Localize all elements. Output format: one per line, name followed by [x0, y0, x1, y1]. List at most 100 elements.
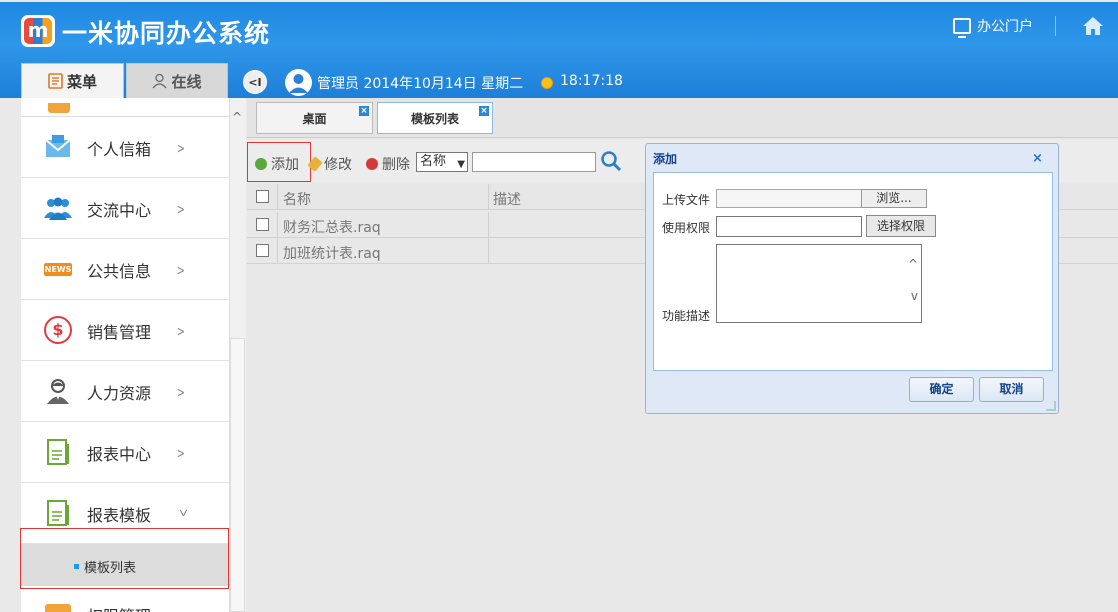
sidebar-item-communication[interactable]: 交流中心 > — [21, 178, 229, 239]
scroll-up-icon[interactable]: ^ — [232, 110, 242, 124]
sidebar-item-report-center[interactable]: 报表中心 > — [21, 422, 229, 483]
tab-desktop[interactable]: 桌面 × — [256, 102, 373, 134]
edit-button[interactable]: 修改 — [307, 154, 352, 174]
description-textarea[interactable]: ^ v — [716, 244, 922, 323]
resize-handle[interactable] — [1046, 401, 1056, 411]
sidebar: 个人信箱 > 交流中心 > NEWS 公共信息 > $ 销售管理 > 人力资源 — [21, 98, 229, 612]
chevron-right-icon: > — [176, 446, 185, 462]
sidebar-item-label: 公共信息 — [87, 262, 152, 281]
sidebar-item-label: 交流中心 — [87, 201, 152, 220]
column-header-desc[interactable]: 描述 — [493, 189, 521, 209]
row-checkbox[interactable] — [256, 218, 269, 231]
delete-label: 删除 — [382, 157, 410, 173]
tab-menu-label: 菜单 — [66, 72, 97, 91]
report-icon — [47, 439, 69, 465]
sidebar-item-public-info[interactable]: NEWS 公共信息 > — [21, 239, 229, 300]
select-permission-button[interactable]: 选择权限 — [866, 215, 936, 237]
folder-icon — [45, 604, 71, 612]
news-icon: NEWS — [44, 263, 72, 276]
scroll-down-icon[interactable]: v — [911, 289, 918, 303]
row-checkbox[interactable] — [256, 244, 269, 257]
sidebar-item-partial-bottom[interactable]: 权限管理 — [21, 596, 229, 612]
top-border — [0, 0, 1118, 2]
permission-input[interactable] — [716, 216, 862, 237]
page-tabbar: 桌面 × 模板列表 × — [247, 98, 1118, 138]
tab-online-label: 在线 — [171, 72, 202, 91]
user-avatar-icon — [285, 69, 312, 96]
person-icon — [47, 379, 69, 404]
sidebar-subitem-template-list[interactable]: 模板列表 — [21, 544, 229, 586]
chevron-down-icon: ▼ — [457, 159, 465, 170]
chevron-right-icon: > — [176, 263, 185, 279]
chevron-right-icon: > — [176, 202, 185, 218]
tab-close-icon[interactable]: × — [359, 106, 369, 116]
tab-close-icon[interactable]: × — [479, 106, 489, 116]
app-title: 一米协同办公系统 — [62, 19, 271, 48]
row-name: 财务汇总表.raq — [283, 220, 381, 236]
sidebar-item-mailbox[interactable]: 个人信箱 > — [21, 117, 229, 178]
menu-book-icon — [48, 73, 63, 89]
sidebar-item-label: 权限管理 — [87, 603, 151, 612]
scroll-thumb[interactable] — [230, 338, 245, 612]
office-portal-link[interactable]: 办公门户 — [953, 16, 1033, 38]
envelope-icon — [45, 135, 71, 157]
header-divider — [1055, 16, 1056, 36]
sidebar-item-label: 报表中心 — [87, 445, 152, 464]
select-all-checkbox[interactable] — [256, 190, 269, 203]
browse-button[interactable]: 浏览... — [861, 189, 927, 208]
collapse-sidebar-button[interactable]: <I — [243, 70, 267, 94]
tab-menu[interactable]: 菜单 — [21, 63, 124, 98]
close-icon[interactable]: × — [1032, 151, 1043, 166]
chevron-right-icon: > — [176, 141, 185, 157]
sidebar-subitem-label: 模板列表 — [84, 561, 137, 576]
delete-icon — [366, 158, 378, 170]
file-path-field[interactable] — [716, 189, 862, 208]
edit-label: 修改 — [324, 157, 352, 173]
search-input[interactable] — [472, 152, 596, 172]
dialog-title: 添加 — [653, 152, 678, 166]
sidebar-partial-item — [21, 98, 229, 117]
clock-time: 18:17:18 — [560, 73, 623, 89]
search-icon[interactable] — [600, 150, 622, 172]
chevron-right-icon: > — [176, 324, 185, 340]
sidebar-scrollbar[interactable]: ^ — [229, 98, 246, 612]
tab-template-list[interactable]: 模板列表 × — [377, 102, 493, 134]
sidebar-item-label: 销售管理 — [87, 323, 152, 342]
sidebar-item-hr[interactable]: 人力资源 > — [21, 361, 229, 422]
dollar-icon: $ — [44, 316, 72, 344]
add-button[interactable]: 添加 — [255, 154, 299, 174]
tab-online[interactable]: 在线 — [126, 63, 228, 98]
chevron-down-icon: > — [174, 508, 191, 518]
search-field-select[interactable]: 名称 ▼ — [416, 152, 468, 172]
tab-desktop-label: 桌面 — [302, 111, 327, 126]
cancel-button[interactable]: 取消 — [979, 377, 1044, 402]
home-icon[interactable] — [1082, 16, 1104, 36]
permission-label: 使用权限 — [662, 221, 711, 235]
user-date-info: 管理员 2014年10月14日 星期二 — [317, 76, 524, 92]
sidebar-item-report-template[interactable]: 报表模板 > — [21, 483, 229, 544]
header-bar: m 一米协同办公系统 办公门户 菜单 在线 <I 管理员 2014年10月14日… — [0, 0, 1118, 98]
ok-button[interactable]: 确定 — [909, 377, 974, 402]
dialog-body: 上传文件 浏览... 使用权限 选择权限 功能描述 ^ v — [653, 172, 1053, 371]
monitor-icon — [953, 18, 971, 38]
user-outline-icon — [152, 73, 167, 89]
chevron-right-icon: > — [176, 385, 185, 401]
office-portal-label: 办公门户 — [977, 19, 1033, 35]
upload-label: 上传文件 — [662, 193, 711, 207]
delete-button[interactable]: 删除 — [366, 154, 410, 174]
add-icon — [255, 158, 267, 170]
column-header-name[interactable]: 名称 — [283, 189, 311, 209]
sidebar-item-label: 人力资源 — [87, 384, 152, 403]
scroll-up-icon[interactable]: ^ — [908, 257, 918, 271]
report-template-icon — [47, 500, 69, 526]
add-label: 添加 — [271, 157, 299, 173]
pencil-icon — [307, 156, 323, 172]
clock-icon — [541, 77, 553, 89]
app-logo-icon: m — [21, 15, 55, 47]
add-dialog: 添加 × 上传文件 浏览... 使用权限 选择权限 功能描述 ^ v 确定 取消 — [645, 143, 1059, 414]
sidebar-item-label: 个人信箱 — [87, 140, 152, 159]
description-label: 功能描述 — [662, 309, 711, 323]
sidebar-item-sales[interactable]: $ 销售管理 > — [21, 300, 229, 361]
bullet-icon — [74, 564, 79, 569]
people-icon — [44, 197, 72, 220]
